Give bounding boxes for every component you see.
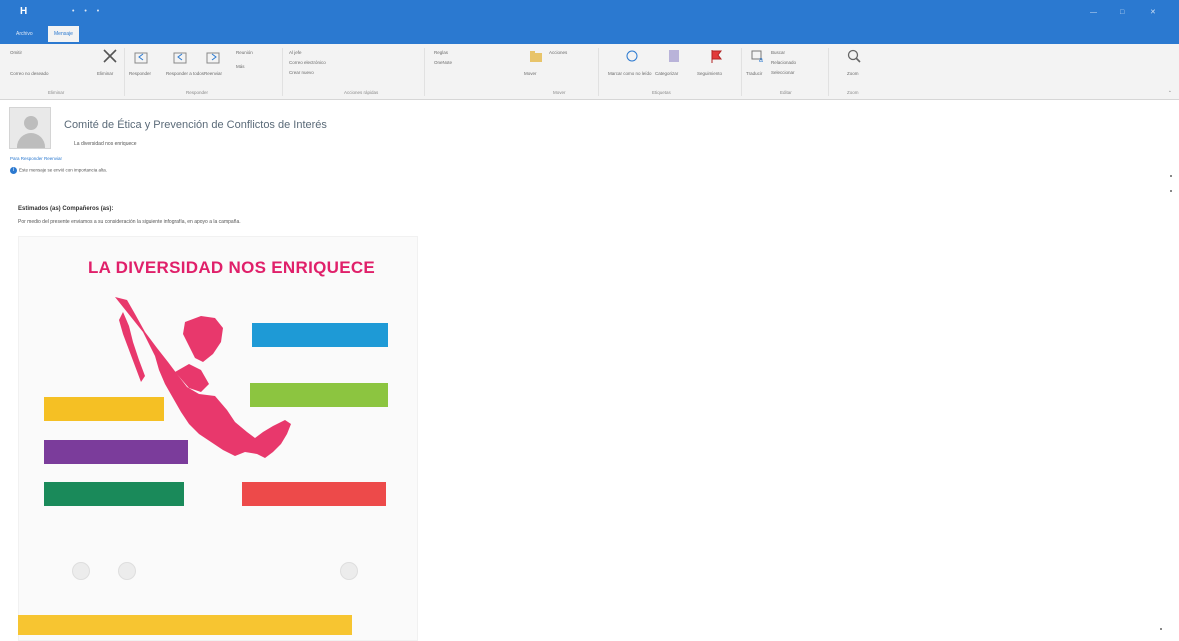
translate-button[interactable]: Traducir — [746, 71, 762, 76]
zoom-icon[interactable] — [846, 48, 862, 64]
translate-icon[interactable]: a — [750, 48, 766, 64]
categorize-button[interactable]: Categorizar — [655, 71, 678, 76]
infographic-banner-red — [242, 482, 386, 506]
follow-up-button[interactable]: Seguimiento — [697, 71, 722, 76]
infographic-bottom-bar — [18, 615, 352, 635]
message-subject: Comité de Ética y Prevención de Conflict… — [64, 119, 327, 131]
tab-file[interactable]: Archivo — [10, 26, 39, 42]
mark-unread-button[interactable]: Marcar como no leído — [608, 71, 652, 76]
rules-button[interactable]: Reglas — [434, 50, 448, 55]
delete-button[interactable]: Eliminar — [97, 71, 113, 76]
ribbon-separator — [424, 48, 425, 96]
related-button[interactable]: Relacionado — [771, 60, 796, 65]
close-window-button[interactable]: ✕ — [1150, 9, 1160, 16]
message-body-text: Por medio del presente enviamos a su con… — [18, 219, 241, 225]
forward-button[interactable]: Reenviar — [204, 71, 222, 76]
find-button[interactable]: Buscar — [771, 50, 785, 55]
infographic-title: LA DIVERSIDAD NOS ENRIQUECE — [88, 258, 376, 277]
forward-icon[interactable] — [206, 50, 222, 66]
categorize-icon[interactable] — [666, 48, 682, 64]
delete-icon[interactable] — [102, 48, 118, 64]
infographic-banner-blue — [252, 323, 388, 347]
logo-caption — [180, 569, 300, 573]
infographic-subtitle — [88, 280, 358, 284]
ribbon-tab-strip — [0, 24, 1179, 44]
infographic-banner-green — [250, 383, 388, 407]
group-label-zoom: Zoom — [847, 90, 859, 95]
maximize-button[interactable]: □ — [1120, 9, 1130, 16]
sender-avatar — [9, 107, 51, 149]
reply-all-button[interactable]: Responder a todos — [166, 71, 204, 76]
logo-seal — [118, 562, 136, 580]
logo-emblem — [72, 562, 90, 580]
actions-button[interactable]: Acciones — [549, 50, 567, 55]
ribbon-separator — [124, 48, 125, 96]
group-label-delete: Eliminar — [48, 90, 65, 95]
message-recipients[interactable]: La diversidad nos enriquece — [74, 141, 137, 147]
avatar-head — [24, 116, 38, 130]
reply-button[interactable]: Responder — [129, 71, 151, 76]
ribbon-separator — [828, 48, 829, 96]
ignore-button[interactable]: Omitir — [10, 50, 22, 55]
infographic-banner-purple — [44, 440, 188, 464]
move-folder-icon[interactable] — [528, 48, 544, 64]
message-actions[interactable]: Para Responder Reenviar — [10, 156, 62, 161]
logo-round — [340, 562, 358, 580]
quick-step-to-manager[interactable]: Al jefe — [289, 50, 302, 55]
ribbon: Omitir Correo no deseado Eliminar Elimin… — [0, 44, 1179, 100]
follow-up-flag-icon[interactable] — [708, 48, 724, 64]
group-label-respond: Responder — [186, 90, 209, 95]
infographic-banner-teal — [44, 482, 184, 506]
junk-button[interactable]: Correo no deseado — [10, 71, 49, 76]
scroll-marker — [1170, 190, 1172, 192]
message-greeting: Estimados (as) Compañeros (as): — [18, 206, 114, 212]
info-text: Este mensaje se envió con importancia al… — [19, 167, 108, 173]
scroll-marker — [1160, 628, 1162, 630]
tab-extra[interactable] — [98, 26, 110, 42]
info-icon: i — [10, 167, 17, 174]
outlook-app-icon: H — [20, 6, 28, 17]
more-button[interactable]: Más — [236, 64, 245, 69]
minimize-button[interactable]: — — [1090, 9, 1100, 16]
collapse-ribbon-icon[interactable]: ⌃ — [1168, 90, 1172, 96]
scroll-marker — [1170, 175, 1172, 177]
reply-all-icon[interactable] — [172, 50, 188, 66]
move-button[interactable]: Mover — [524, 71, 537, 76]
group-label-move: Mover — [553, 90, 566, 95]
zoom-button[interactable]: Zoom — [847, 71, 859, 76]
quick-step-team-email[interactable]: Correo electrónico — [289, 60, 326, 65]
message-info-bar: i Este mensaje se envió con importancia a… — [10, 167, 107, 174]
meeting-button[interactable]: Reunión — [236, 50, 253, 55]
avatar-body — [17, 133, 45, 148]
select-button[interactable]: Seleccionar — [771, 70, 795, 75]
group-label-tags: Etiquetas — [652, 90, 671, 95]
svg-text:a: a — [759, 57, 763, 64]
mark-unread-icon[interactable] — [624, 48, 640, 64]
quick-access-toolbar[interactable]: • • • — [72, 8, 103, 15]
tab-message[interactable]: Mensaje — [48, 26, 79, 42]
group-label-quick-steps: Acciones rápidas — [344, 90, 379, 95]
reply-icon[interactable] — [134, 50, 150, 66]
quick-step-create-new[interactable]: Crear nuevo — [289, 70, 314, 75]
outlook-message-window: H • • • — □ ✕ Archivo Mensaje Omitir Cor… — [0, 0, 1179, 641]
infographic-banner-yellow — [44, 397, 164, 421]
onenote-button[interactable]: OneNote — [434, 60, 452, 65]
group-label-edit: Editar — [780, 90, 792, 95]
ribbon-separator — [598, 48, 599, 96]
ribbon-separator — [282, 48, 283, 96]
ribbon-separator — [741, 48, 742, 96]
